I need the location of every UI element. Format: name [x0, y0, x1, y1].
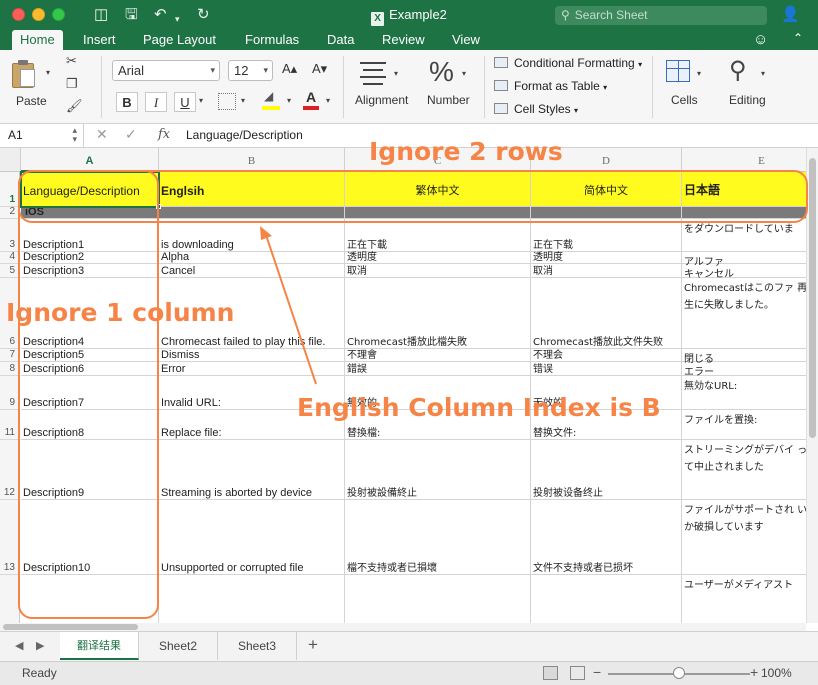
zoom-level[interactable]: 100%	[761, 666, 792, 680]
next-sheet-icon[interactable]: ▶	[36, 639, 44, 652]
zoom-out-icon[interactable]: −	[593, 664, 601, 680]
sheet-tab-bar: ◀ ▶ 翻译结果 Sheet2 Sheet3 +	[0, 631, 818, 661]
zoom-in-icon[interactable]: +	[750, 664, 758, 680]
annotation-arrow	[260, 226, 317, 385]
sheet-tab-translation-result[interactable]: 翻译结果	[60, 632, 139, 660]
add-sheet-button[interactable]: +	[308, 635, 318, 655]
sheet-tab-sheet2[interactable]: Sheet2	[139, 632, 218, 660]
status-bar: Ready − + 100%	[0, 661, 818, 685]
status-text: Ready	[22, 666, 57, 680]
normal-view-icon[interactable]	[543, 666, 558, 680]
sheet-tab-sheet3[interactable]: Sheet3	[218, 632, 297, 660]
previous-sheet-icon[interactable]: ◀	[15, 639, 23, 652]
zoom-slider-knob[interactable]	[673, 667, 685, 679]
page-layout-view-icon[interactable]	[570, 666, 585, 680]
